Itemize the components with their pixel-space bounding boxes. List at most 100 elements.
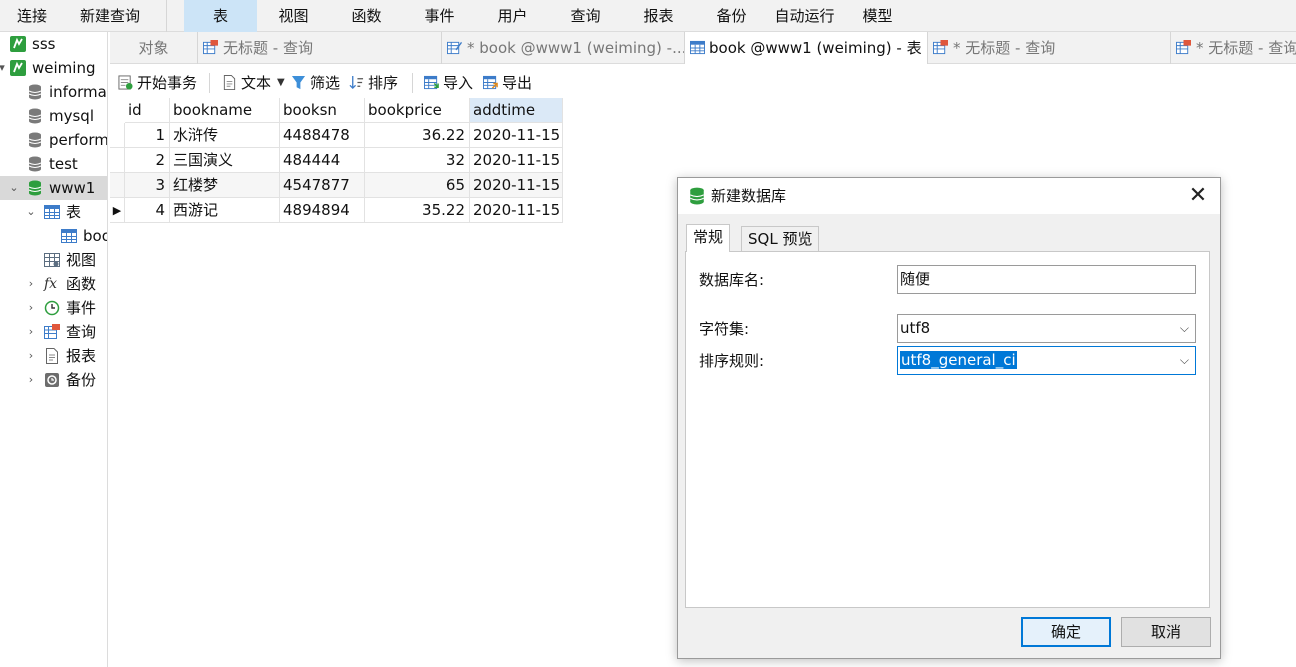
tab-book-design[interactable]: * book @www1 (weiming) -... [442,32,685,64]
tree-item-label: 备份 [66,371,97,389]
menu-table[interactable]: 表 [184,0,257,32]
tree-item-label: 函数 [66,275,97,293]
db-name-input[interactable]: 随便 [897,265,1196,294]
toolbar-label: 排序 [368,74,399,92]
tree-folder-views[interactable]: 视图 [0,248,107,272]
tab-label: * 无标题 - 查询 [1196,39,1296,57]
tree-folder-queries[interactable]: › 查询 [0,320,107,344]
dropdown-caret-icon[interactable]: ▼ [277,64,285,102]
cell-id[interactable]: 4 [125,198,170,223]
tab-general[interactable]: 常规 [686,224,731,252]
menu-function[interactable]: 函数 [330,0,403,32]
collation-select[interactable]: utf8_general_ci ⌵ [897,346,1196,375]
expand-arrow-icon[interactable]: ⌄ [25,200,37,224]
tree-db-mysql[interactable]: mysql [0,104,107,128]
export-button[interactable]: 导出 [482,64,538,98]
menu-event[interactable]: 事件 [403,0,476,32]
tree-folder-functions[interactable]: › fx 函数 [0,272,107,296]
menu-query[interactable]: 查询 [549,0,622,32]
cell-addtime[interactable]: 2020-11-15 [470,148,563,173]
menu-connect[interactable]: 连接 [0,0,64,32]
close-icon[interactable]: ✕ [1186,184,1210,208]
filter-button[interactable]: 筛选 [290,64,344,98]
column-header-id[interactable]: id [125,98,170,123]
expand-arrow-icon[interactable]: › [25,272,37,296]
cell-bookprice[interactable]: 36.22 [365,123,470,148]
cell-bookprice[interactable]: 32 [365,148,470,173]
import-button[interactable]: 导入 [423,64,479,98]
tree-item-label: 表 [66,203,82,221]
tree-db-performance-schema[interactable]: perform [0,128,107,152]
tree-db-information-schema[interactable]: informat [0,80,107,104]
tree-db-www1[interactable]: ⌄ www1 [0,176,107,200]
cell-id[interactable]: 1 [125,123,170,148]
row-indicator[interactable] [110,123,125,148]
cell-bookprice[interactable]: 35.22 [365,198,470,223]
expand-arrow-icon[interactable]: › [25,368,37,392]
cell-booksn[interactable]: 484444 [280,148,365,173]
menu-report[interactable]: 报表 [622,0,695,32]
begin-transaction-button[interactable]: 开始事务 [116,64,202,98]
tab-objects[interactable]: 对象 [110,32,198,64]
cell-booksn[interactable]: 4894894 [280,198,365,223]
cell-bookname[interactable]: 西游记 [170,198,280,223]
tree-folder-tables[interactable]: ⌄ 表 [0,200,107,224]
tab-untitled-query-1[interactable]: 无标题 - 查询 [198,32,442,64]
column-header-addtime[interactable]: addtime [470,98,563,123]
current-row-indicator-icon[interactable]: ▶ [110,198,125,223]
cell-booksn[interactable]: 4547877 [280,173,365,198]
expand-arrow-icon[interactable]: › [25,320,37,344]
menu-automation[interactable]: 自动运行 [768,0,841,32]
chevron-down-icon[interactable]: ⌵ [1180,347,1189,374]
tree-item-label: 视图 [66,251,97,269]
tree-folder-events[interactable]: › 事件 [0,296,107,320]
row-indicator[interactable] [110,173,125,198]
sort-button[interactable]: 排序 [348,64,404,98]
menu-new-query[interactable]: 新建查询 [64,0,156,32]
expand-arrow-icon[interactable]: ▾ [0,56,8,80]
cell-id[interactable]: 3 [125,173,170,198]
cell-addtime[interactable]: 2020-11-15 [470,123,563,148]
text-icon [223,75,236,90]
cell-bookname[interactable]: 三国演义 [170,148,280,173]
cell-bookname[interactable]: 红楼梦 [170,173,280,198]
cell-addtime[interactable]: 2020-11-15 [470,173,563,198]
menu-view[interactable]: 视图 [257,0,330,32]
tree-folder-reports[interactable]: › 报表 [0,344,107,368]
connection-icon [10,36,26,52]
tab-sql-preview[interactable]: SQL 预览 [741,226,820,252]
charset-select[interactable]: utf8 ⌵ [897,314,1196,343]
tree-connection-weiming[interactable]: ▾ weiming [0,56,107,80]
tree-table-book[interactable]: boo [0,224,107,248]
toolbar-separator [412,73,413,93]
row-indicator[interactable] [110,148,125,173]
cell-bookname[interactable]: 水浒传 [170,123,280,148]
column-header-bookname[interactable]: bookname [170,98,280,123]
tree-item-label: boo [83,227,107,245]
column-header-booksn[interactable]: booksn [280,98,365,123]
db-name-value: 随便 [900,270,931,288]
toolbar-label: 开始事务 [137,74,198,92]
cancel-button[interactable]: 取消 [1121,617,1211,647]
ok-button[interactable]: 确定 [1021,617,1111,647]
chevron-down-icon[interactable]: ⌵ [1180,315,1189,342]
menu-model[interactable]: 模型 [841,0,914,32]
tree-db-test[interactable]: test [0,152,107,176]
expand-arrow-icon[interactable]: › [25,296,37,320]
dialog-title-bar[interactable]: 新建数据库 ✕ [678,178,1220,214]
tab-untitled-query-2[interactable]: * 无标题 - 查询 [928,32,1171,64]
tree-connection-sss[interactable]: sss [0,32,107,56]
cell-id[interactable]: 2 [125,148,170,173]
tab-untitled-query-3[interactable]: * 无标题 - 查询 [1171,32,1296,64]
tab-book-table[interactable]: book @www1 (weiming) - 表 [685,32,928,65]
cell-booksn[interactable]: 4488478 [280,123,365,148]
menu-backup[interactable]: 备份 [695,0,768,32]
menu-user[interactable]: 用户 [476,0,549,32]
cell-addtime[interactable]: 2020-11-15 [470,198,563,223]
column-header-bookprice[interactable]: bookprice [365,98,470,123]
cell-bookprice[interactable]: 65 [365,173,470,198]
expand-arrow-icon[interactable]: ⌄ [8,176,20,200]
expand-arrow-icon[interactable]: › [25,344,37,368]
tree-folder-backups[interactable]: › 备份 [0,368,107,392]
text-view-button[interactable]: 文本 ▼ [220,64,286,98]
